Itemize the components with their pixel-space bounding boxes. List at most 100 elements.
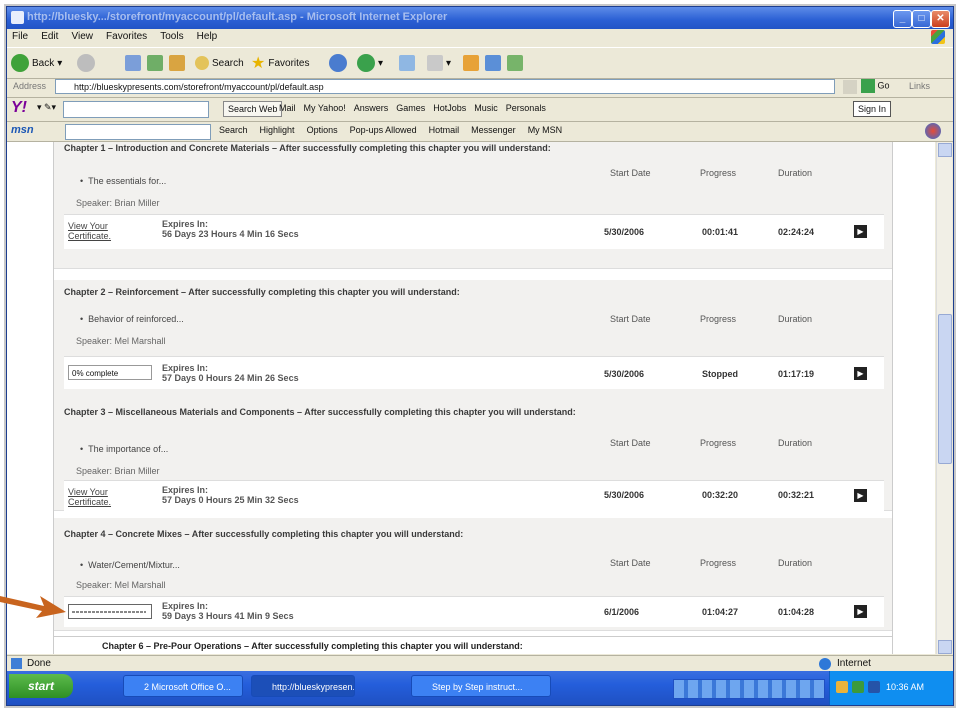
yahoo-item-mail[interactable]: Mail [279, 103, 296, 113]
yahoo-item-myyahoo[interactable]: My Yahoo! [304, 103, 346, 113]
start-date: 5/30/2006 [604, 227, 645, 237]
forward-arrow-icon [77, 54, 95, 72]
play-icon[interactable]: ▶ [854, 489, 867, 502]
mail-button[interactable] [399, 52, 415, 74]
messenger-button[interactable] [463, 52, 479, 74]
expires: Expires In: 57 Days 0 Hours 25 Min 32 Sec… [162, 485, 299, 505]
view-certificate-link[interactable]: View Your Certificate. [68, 221, 136, 241]
dropdown-arrow-icon[interactable] [843, 80, 857, 94]
scroll-up-icon[interactable] [938, 143, 952, 157]
taskbar-item[interactable]: Step by Step instruct... [411, 675, 551, 697]
address-input[interactable]: http://blueskypresents.com/storefront/my… [55, 79, 835, 94]
minimize-button[interactable]: _ [893, 10, 912, 28]
chapter-row: View Your Certificate. Expires In: 57 Day… [64, 480, 884, 511]
yahoo-item-games[interactable]: Games [396, 103, 425, 113]
menu-view[interactable]: View [66, 29, 98, 44]
yahoo-search-input[interactable] [63, 101, 209, 118]
expires: Expires In: 57 Days 0 Hours 24 Min 26 Sec… [162, 363, 299, 383]
taskbar-item[interactable]: http://blueskypresen... [251, 675, 355, 697]
menu-file[interactable]: File [7, 29, 33, 44]
progress: 01:04:27 [702, 607, 739, 617]
go-arrow-icon [861, 79, 875, 93]
col-duration: Duration [778, 314, 813, 324]
speaker: Speaker: Brian Miller [76, 466, 160, 476]
msn-item-mymsn[interactable]: My MSN [528, 125, 563, 135]
yahoo-menu-icon[interactable]: ▾ ✎▾ [37, 102, 56, 113]
col-duration: Duration [778, 558, 813, 568]
print-button[interactable]: ▾ [427, 52, 451, 74]
bullet-text: The importance of... [88, 444, 169, 454]
start-date: 5/30/2006 [604, 369, 645, 379]
go-button[interactable]: Go [861, 79, 890, 93]
yahoo-item-personals[interactable]: Personals [506, 103, 546, 113]
duration: 00:32:21 [778, 490, 815, 500]
tray-icon[interactable] [836, 681, 848, 693]
chapter-title: Chapter 2 – Reinforcement – After succes… [64, 287, 460, 297]
msn-logo-icon[interactable]: msn [11, 124, 34, 136]
expires-label: Expires In: [162, 485, 209, 495]
msn-search-input[interactable] [65, 124, 211, 140]
stop-button[interactable] [125, 52, 141, 74]
media-button[interactable] [329, 52, 347, 74]
taskbar-item[interactable]: 2 Microsoft Office O... [123, 675, 243, 697]
yahoo-logo-icon[interactable]: Y! [11, 99, 27, 117]
chapter-block: Chapter 3 – Miscellaneous Materials and … [54, 394, 892, 511]
view-certificate-link[interactable]: View Your Certificate. [68, 487, 136, 507]
msn-item-messenger[interactable]: Messenger [471, 125, 516, 135]
msn-item-hotmail[interactable]: Hotmail [429, 125, 460, 135]
forward-button[interactable] [77, 52, 95, 74]
quick-launch-bar[interactable] [673, 679, 825, 699]
search-button[interactable]: Search [195, 52, 244, 74]
vertical-scrollbar[interactable] [936, 142, 952, 654]
msn-item-search[interactable]: Search [219, 125, 248, 135]
close-button[interactable]: ✕ [931, 10, 950, 28]
expires-value: 57 Days 0 Hours 24 Min 26 Secs [162, 373, 299, 383]
research-button[interactable] [485, 52, 501, 74]
expires-label: Expires In: [162, 363, 209, 373]
favorites-button[interactable]: ★ Favorites [251, 52, 309, 74]
menu-edit[interactable]: Edit [36, 29, 63, 44]
maximize-button[interactable]: □ [912, 10, 931, 28]
search-web-button[interactable]: Search Web [223, 101, 283, 117]
clock: 10:36 AM [886, 682, 925, 692]
menu-favorites[interactable]: Favorites [101, 29, 152, 44]
annotation-arrow-icon [0, 596, 66, 618]
sign-in-button[interactable]: Sign In [853, 101, 892, 117]
tray-icon[interactable] [852, 681, 864, 693]
scroll-down-icon[interactable] [938, 640, 952, 654]
refresh-button[interactable] [147, 52, 163, 74]
status-text: Done [27, 658, 51, 669]
play-icon[interactable]: ▶ [854, 605, 867, 618]
history-button[interactable]: ▾ [357, 52, 383, 74]
favorites-label: Favorites [268, 57, 310, 69]
browser-window: http://bluesky.../storefront/myaccount/p… [6, 6, 954, 706]
discuss-button[interactable] [507, 52, 523, 74]
chapter-block: Chapter 4 – Concrete Mixes – After succe… [54, 518, 892, 631]
play-icon[interactable]: ▶ [854, 367, 867, 380]
start-button[interactable]: start [9, 674, 73, 698]
play-icon[interactable]: ▶ [854, 225, 867, 238]
completion-status: 0% complete [68, 365, 152, 380]
col-duration: Duration [778, 438, 813, 448]
speaker: Speaker: Mel Marshall [76, 336, 166, 346]
window-title: http://bluesky.../storefront/myaccount/p… [27, 11, 448, 23]
chapter-bullet: • The importance of... [80, 444, 169, 454]
scroll-thumb[interactable] [938, 314, 952, 464]
links-label[interactable]: Links [909, 81, 930, 91]
menu-tools[interactable]: Tools [155, 29, 188, 44]
refresh-icon [147, 55, 163, 71]
expires: Expires In: 59 Days 3 Hours 41 Min 9 Secs [162, 601, 294, 621]
tray-icon[interactable] [868, 681, 880, 693]
menu-help[interactable]: Help [192, 29, 223, 44]
msn-item-popups[interactable]: Pop-ups Allowed [350, 125, 417, 135]
msn-item-highlight[interactable]: Highlight [260, 125, 295, 135]
yahoo-item-answers[interactable]: Answers [354, 103, 389, 113]
progress: 00:01:41 [702, 227, 739, 237]
search-label: Search [212, 57, 244, 69]
yahoo-item-music[interactable]: Music [474, 103, 498, 113]
back-button[interactable]: Back ▾ [11, 52, 62, 74]
msn-butterfly-icon[interactable] [925, 123, 941, 139]
home-button[interactable] [169, 52, 185, 74]
msn-item-options[interactable]: Options [307, 125, 338, 135]
yahoo-item-hotjobs[interactable]: HotJobs [433, 103, 466, 113]
